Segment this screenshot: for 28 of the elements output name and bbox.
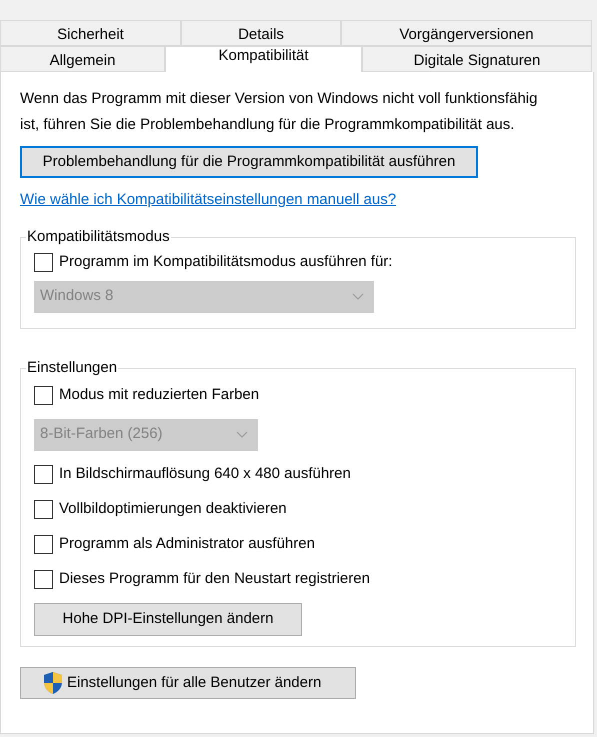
checkbox[interactable] (34, 386, 53, 405)
checkbox-label: Dieses Programm für den Neustart registrieren (59, 569, 370, 590)
checkbox-label: Vollbildoptimierungen deaktivieren (59, 499, 287, 520)
help-link[interactable]: Wie wähle ich Kompatibilitätseinstellungen manuell aus? (20, 191, 396, 208)
shield-icon (41, 671, 65, 695)
chevron-icon (236, 431, 248, 438)
all-users-button[interactable]: Einstellungen für alle Benutzer ändern (20, 667, 356, 699)
tab[interactable]: Digitale Signaturen (362, 46, 592, 72)
tab[interactable]: Kompatibilität (165, 46, 362, 72)
checkbox[interactable] (34, 500, 53, 519)
tab[interactable]: Vorgängerversionen (341, 20, 592, 46)
checkbox-label: Programm im Kompatibilitätsmodus ausführen für: (59, 252, 392, 272)
group-title: Kompatibilitätsmodus (26, 227, 171, 247)
tab[interactable]: Details (181, 20, 341, 46)
dpi-settings-button[interactable]: Hohe DPI-Einstellungen ändern (34, 602, 302, 636)
group-title: Einstellungen (26, 358, 118, 378)
intro-text: Wenn das Programm mit dieser Version von Windows nicht voll funktionsfähig ist, führen Sie die Problembehandlung für die Programmkompatibilität aus. (20, 89, 538, 135)
checkbox[interactable] (34, 570, 53, 589)
checkbox-label: In Bildschirmauflösung 640 x 480 ausführen (59, 464, 351, 484)
checkbox[interactable] (34, 253, 53, 272)
checkbox-label: Modus mit reduzierten Farben (59, 385, 260, 406)
chevron-icon (352, 293, 364, 300)
tab[interactable]: Sicherheit (0, 20, 181, 46)
checkbox-label: Programm als Administrator ausführen (59, 534, 315, 554)
checkbox[interactable] (34, 535, 53, 554)
troubleshoot-button[interactable]: Problembehandlung für die Programmkompatibilität ausführen (20, 146, 478, 178)
checkbox[interactable] (34, 465, 53, 484)
tab[interactable]: Allgemein (0, 46, 165, 72)
